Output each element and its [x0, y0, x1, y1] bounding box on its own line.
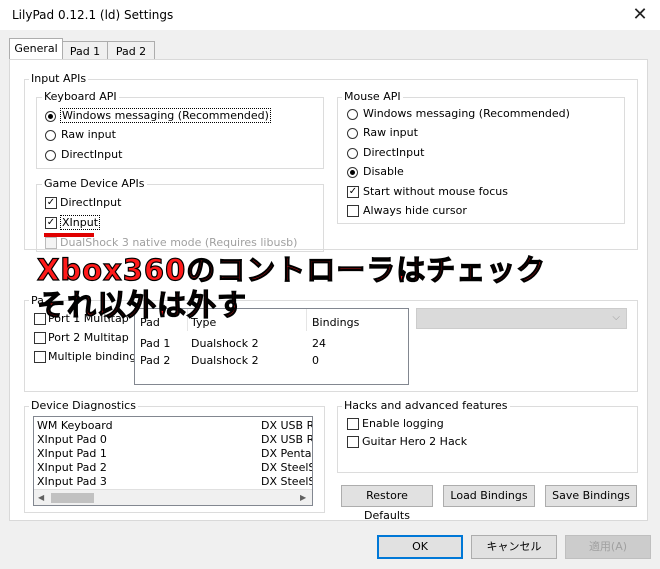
keyboard-radio-directinput[interactable]: [45, 150, 56, 161]
device-row-name[interactable]: WM Keyboard: [37, 419, 113, 432]
enable-logging-label[interactable]: Enable logging: [362, 417, 444, 430]
chevron-down-icon: ⌵: [612, 312, 620, 323]
port2-multitap-checkbox[interactable]: [34, 332, 46, 344]
pad-row-2-pad[interactable]: Pad 2: [140, 354, 170, 367]
save-bindings-button[interactable]: Save Bindings: [545, 485, 637, 507]
device-row-api: DX USB Re: [261, 433, 312, 446]
window-title: LilyPad 0.12.1 (ld) Settings: [12, 8, 174, 22]
device-row-api: DX SteelSe: [261, 461, 312, 474]
scroll-thumb[interactable]: [51, 493, 94, 503]
device-row-name[interactable]: XInput Pad 1: [37, 447, 107, 460]
multiple-bindings-label[interactable]: Multiple bindings: [48, 350, 142, 363]
device-list[interactable]: WM Keyboard DX USB Re XInput Pad 0 DX US…: [33, 416, 313, 506]
pad-row-1-bindings: 24: [312, 337, 326, 350]
multiple-bindings-checkbox[interactable]: [34, 351, 46, 363]
scroll-left-icon[interactable]: ◀: [38, 493, 44, 502]
input-apis-label: Input APIs: [29, 72, 89, 85]
mouse-api-label: Mouse API: [342, 90, 403, 103]
enable-logging-checkbox[interactable]: [347, 418, 359, 430]
keyboard-raw-input-label[interactable]: Raw input: [61, 128, 116, 141]
keyboard-radio-windows-messaging[interactable]: [45, 111, 56, 122]
annotation-line-2: それ以外は外す: [36, 287, 248, 322]
always-hide-cursor-checkbox[interactable]: [347, 205, 359, 217]
tab-pad-1[interactable]: Pad 1: [62, 41, 108, 61]
start-without-mouse-focus-checkbox[interactable]: ✓: [347, 186, 359, 198]
keyboard-directinput-label[interactable]: DirectInput: [61, 148, 122, 161]
device-row-name[interactable]: XInput Pad 3: [37, 475, 107, 488]
device-row-name[interactable]: XInput Pad 2: [37, 461, 107, 474]
keyboard-windows-messaging-label[interactable]: Windows messaging (Recommended): [60, 108, 271, 123]
cancel-button[interactable]: キャンセル: [471, 535, 557, 559]
apply-button[interactable]: 適用(A): [565, 535, 651, 559]
xinput-label[interactable]: XInput: [60, 215, 101, 230]
always-hide-cursor-label[interactable]: Always hide cursor: [363, 204, 467, 217]
mouse-raw-input-label[interactable]: Raw input: [363, 126, 418, 139]
pad-type-combobox[interactable]: ⌵: [416, 308, 627, 329]
keyboard-radio-raw-input[interactable]: [45, 130, 56, 141]
device-diagnostics-label: Device Diagnostics: [29, 399, 138, 412]
game-device-apis-label: Game Device APIs: [42, 177, 147, 190]
mouse-disable-label[interactable]: Disable: [363, 165, 404, 178]
device-row-api: DX Pentab: [261, 447, 313, 460]
tab-pad-2[interactable]: Pad 2: [107, 41, 155, 61]
horizontal-scrollbar[interactable]: ◀ ▶: [34, 489, 312, 505]
guitar-hero-hack-checkbox[interactable]: [347, 436, 359, 448]
pad-row-1-type: Dualshock 2: [191, 337, 259, 350]
pad-row-2-bindings: 0: [312, 354, 319, 367]
directinput-device-label[interactable]: DirectInput: [60, 196, 121, 209]
start-without-mouse-focus-label[interactable]: Start without mouse focus: [363, 185, 508, 198]
keyboard-api-label: Keyboard API: [42, 90, 119, 103]
scroll-right-icon[interactable]: ▶: [300, 493, 306, 502]
device-row-name[interactable]: XInput Pad 0: [37, 433, 107, 446]
xinput-checkbox[interactable]: ✓: [45, 217, 57, 229]
hacks-label: Hacks and advanced features: [342, 399, 510, 412]
keyboard-option-label: Windows messaging (Recommended): [60, 108, 271, 123]
xinput-label-text: XInput: [60, 215, 101, 230]
pad-row-2-type: Dualshock 2: [191, 354, 259, 367]
device-row-api: DX USB Re: [261, 419, 312, 432]
mouse-radio-raw-input[interactable]: [347, 128, 358, 139]
mouse-windows-messaging-label[interactable]: Windows messaging (Recommended): [363, 107, 570, 120]
restore-defaults-button[interactable]: Restore Defaults: [341, 485, 433, 522]
port2-multitap-label[interactable]: Port 2 Multitap: [48, 331, 129, 344]
device-row-api: DX SteelSe: [261, 475, 312, 488]
load-bindings-button[interactable]: Load Bindings: [443, 485, 535, 507]
mouse-radio-directinput[interactable]: [347, 148, 358, 159]
mouse-radio-windows-messaging[interactable]: [347, 109, 358, 120]
pads-header-bindings[interactable]: Bindings: [312, 316, 359, 329]
directinput-checkbox[interactable]: ✓: [45, 197, 57, 209]
mouse-directinput-label[interactable]: DirectInput: [363, 146, 424, 159]
header-divider: [306, 309, 307, 331]
mouse-radio-disable[interactable]: [347, 167, 358, 178]
ok-button[interactable]: OK: [377, 535, 463, 559]
guitar-hero-hack-label[interactable]: Guitar Hero 2 Hack: [362, 435, 467, 448]
close-icon[interactable]: ✕: [628, 3, 652, 27]
pad-row-1-pad[interactable]: Pad 1: [140, 337, 170, 350]
